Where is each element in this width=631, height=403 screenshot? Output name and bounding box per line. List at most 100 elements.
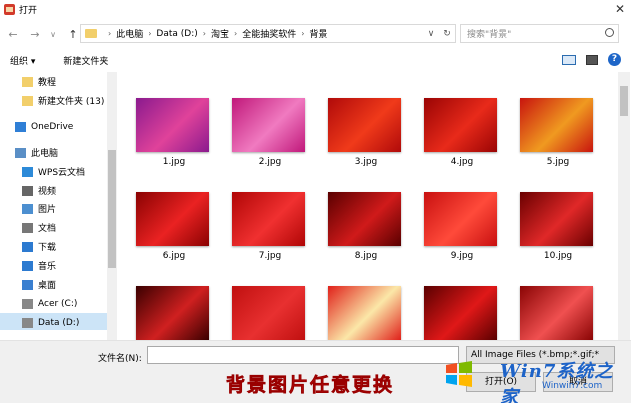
sidebar-item[interactable]: OneDrive [0,117,110,136]
sidebar-item[interactable]: 此电脑 [0,143,110,162]
breadcrumb-lottery-software[interactable]: 全能抽奖软件 [242,27,296,40]
folder-icon [85,29,97,38]
filename-label: 文件名(N): [98,354,142,364]
sidebar-item-label: 视频 [38,187,57,197]
address-bar[interactable]: › 此电脑 › Data (D:) › 淘宝 › 全能抽奖软件 › 背景 ∨ ↻ [80,24,456,43]
sidebar-item[interactable]: 文档 [0,218,110,237]
file-item[interactable]: 8.jpg [328,192,404,261]
sidebar-item-label: 图片 [38,205,57,215]
sidebar-item[interactable]: 图片 [0,199,110,218]
content-scrollbar[interactable] [618,72,630,340]
preview-pane-icon[interactable] [586,54,598,65]
folder-icon [22,95,33,106]
navigation-pane: 教程新建文件夹 (13) OneDrive 此电脑 WPS云文档视频图片文档 下载音乐桌… [0,72,117,330]
sidebar-item-label: OneDrive [31,121,74,132]
image-thumbnail[interactable] [424,286,497,340]
file-grid: 1.jpg 2.jpg 3.jpg 4.jpg 5.jpg 6.jpg 7.jpg 8.jpg… [118,72,618,340]
help-icon[interactable]: ? [608,53,621,66]
folder-icon [22,76,33,87]
search-icon[interactable] [605,28,614,37]
image-thumbnail[interactable] [328,286,401,340]
image-thumbnail[interactable] [136,286,209,340]
sidebar-item[interactable]: Acer (C:) [0,294,110,313]
sidebar-item[interactable]: 桌面 [0,275,110,294]
address-dropdown-icon[interactable]: ∨ [423,29,439,39]
image-thumbnail[interactable] [520,192,593,246]
image-thumbnail[interactable] [232,286,305,340]
sidebar-item[interactable]: Data (D:) [0,313,110,330]
file-item[interactable]: 6.jpg [136,192,212,261]
refresh-icon[interactable]: ↻ [439,29,455,39]
chevron-right-icon[interactable]: › [301,29,304,38]
breadcrumb-this-pc[interactable]: 此电脑 [116,27,143,40]
sidebar-item[interactable]: WPS云文档 [0,162,110,181]
image-thumbnail[interactable] [520,98,593,152]
sidebar-item-label: Data (D:) [38,317,80,328]
nav-scrollbar[interactable] [107,72,117,340]
change-view-icon[interactable] [562,54,576,65]
file-item[interactable] [424,286,500,340]
image-thumbnail[interactable] [328,98,401,152]
watermark-url: Winwin7.com [542,381,603,391]
video-icon [22,185,33,196]
image-thumbnail[interactable] [136,98,209,152]
file-name: 3.jpg [354,157,378,167]
file-name: 4.jpg [450,157,474,167]
image-thumbnail[interactable] [424,98,497,152]
image-thumbnail[interactable] [424,192,497,246]
file-name: 1.jpg [162,157,186,167]
sidebar-item-label: 教程 [38,78,57,88]
new-folder-button[interactable]: 新建文件夹 [63,54,108,67]
file-name: 7.jpg [258,251,282,261]
file-item[interactable] [328,286,404,340]
file-name: 8.jpg [354,251,378,261]
content-scrollbar-thumb[interactable] [620,86,628,116]
sidebar-item[interactable]: 教程 [0,72,110,91]
file-item[interactable]: 10.jpg [520,192,596,261]
command-bar: 组织 ▾ 新建文件夹 ? [0,50,631,70]
back-arrow-icon[interactable]: ← [6,28,20,41]
file-item[interactable] [136,286,212,340]
search-input[interactable]: 搜索"背景" [467,27,511,40]
sidebar-item-label: Acer (C:) [38,298,78,309]
breadcrumb-taobao[interactable]: 淘宝 [211,27,229,40]
search-box[interactable]: 搜索"背景" [460,24,619,43]
forward-arrow-icon[interactable]: → [28,28,42,41]
file-item[interactable] [232,286,308,340]
image-thumbnail[interactable] [232,98,305,152]
sidebar-item[interactable]: 音乐 [0,256,110,275]
app-icon [4,3,15,15]
watermark: Win7系统之家 Winwin7.com [444,353,631,403]
image-thumbnail[interactable] [232,192,305,246]
file-name: 9.jpg [450,251,474,261]
image-thumbnail[interactable] [520,286,593,340]
chevron-right-icon[interactable]: › [203,29,206,38]
file-item[interactable]: 4.jpg [424,98,500,167]
chevron-right-icon[interactable]: › [234,29,237,38]
file-item[interactable]: 3.jpg [328,98,404,167]
image-thumbnail[interactable] [328,192,401,246]
file-item[interactable]: 1.jpg [136,98,212,167]
filename-input[interactable] [147,346,459,364]
image-thumbnail[interactable] [136,192,209,246]
sidebar-item[interactable]: 下载 [0,237,110,256]
caption-banner: 背景图片任意更换 [226,374,395,397]
close-icon[interactable]: ✕ [615,2,625,16]
file-item[interactable] [520,286,596,340]
nav-scrollbar-thumb[interactable] [108,150,116,268]
file-name: 6.jpg [162,251,186,261]
file-item[interactable]: 5.jpg [520,98,596,167]
chevron-right-icon[interactable]: › [148,29,151,38]
history-dropdown-icon[interactable]: ∨ [46,30,60,39]
sidebar-item-label: 音乐 [38,262,57,272]
file-item[interactable]: 7.jpg [232,192,308,261]
file-item[interactable]: 9.jpg [424,192,500,261]
breadcrumb-data-drive[interactable]: Data (D:) [156,29,197,39]
breadcrumb-background[interactable]: 背景 [309,27,327,40]
sidebar-item[interactable]: 视频 [0,181,110,200]
sidebar-item[interactable]: 新建文件夹 (13) [0,91,110,110]
file-item[interactable]: 2.jpg [232,98,308,167]
sidebar-item-label: 桌面 [38,281,57,291]
organize-button[interactable]: 组织 ▾ [10,54,35,67]
up-arrow-icon[interactable]: ↑ [66,28,80,41]
